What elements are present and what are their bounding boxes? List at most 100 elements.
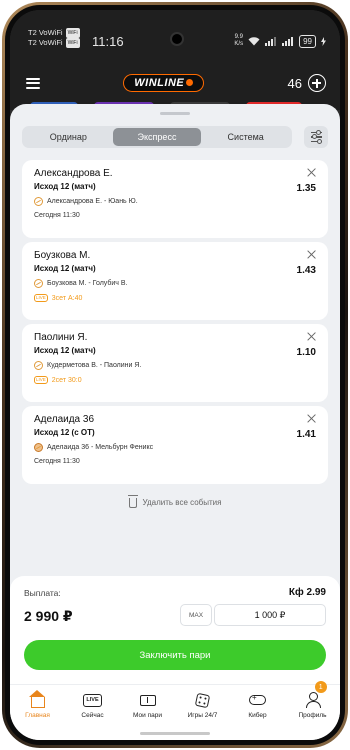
close-icon[interactable] <box>307 332 316 341</box>
nav-my-bets[interactable]: Мои пари <box>120 685 175 728</box>
match-line: Кудерметова В. - Паолини Я. <box>34 361 316 370</box>
logo-dot-icon <box>186 79 194 86</box>
bet-list: Александрова Е. Исход 12 (матч) Александ… <box>17 160 333 488</box>
nav-label: Игры 24/7 <box>187 712 218 719</box>
phone-frame: T2 VoWiFi WiFi T2 VoWiFi WiFi 11:16 9.9 K/… <box>2 2 348 748</box>
match-line: Аделаида 36 - Мельбурн Феникс <box>34 443 316 452</box>
close-icon[interactable] <box>307 168 316 177</box>
tennis-ball-icon <box>34 197 43 206</box>
carrier-line-2: T2 VoWiFi <box>28 38 63 47</box>
ticket-icon <box>139 694 156 706</box>
screen: T2 VoWiFi WiFi T2 VoWiFi WiFi 11:16 9.9 K/… <box>10 10 340 740</box>
settings-sliders-icon[interactable] <box>304 126 328 148</box>
header-actions: 46 <box>288 74 326 92</box>
nav-profile[interactable]: Профиль 1 <box>285 681 340 728</box>
nav-live[interactable]: LIVE Сейчас <box>65 685 120 728</box>
live-score: LIVE 2сет 30:0 <box>34 376 316 384</box>
match-name: Аделаида 36 - Мельбурн Феникс <box>47 444 154 451</box>
live-icon: LIVE <box>83 693 102 707</box>
selection-name: Александрова Е. <box>34 168 113 179</box>
payout-label: Выплата: <box>24 588 61 598</box>
tab-express[interactable]: Экспресс <box>112 128 202 146</box>
close-icon[interactable] <box>307 414 316 423</box>
odds-value: 1.43 <box>296 265 316 276</box>
bet-slip-sheet: Ординар Экспресс Система Александрова Е.… <box>10 104 340 740</box>
carrier-info: T2 VoWiFi WiFi T2 VoWiFi WiFi <box>28 28 80 48</box>
wifi-call-tag: WiFi <box>65 38 80 48</box>
menu-icon[interactable] <box>26 77 40 89</box>
network-speed-unit: K/s <box>234 41 244 47</box>
match-name: Кудерметова В. - Паолини Я. <box>47 362 142 369</box>
bet-ticket: Александрова Е. Исход 12 (матч) Александ… <box>17 160 333 244</box>
stake-input[interactable]: 1 000 ₽ <box>214 604 326 626</box>
logo-text: WINLINE <box>134 77 185 89</box>
add-icon[interactable] <box>307 74 326 92</box>
tab-system[interactable]: Система <box>201 128 290 146</box>
nav-home[interactable]: Главная <box>10 685 65 728</box>
balance-count[interactable]: 46 <box>288 76 302 91</box>
tennis-ball-icon <box>34 279 43 288</box>
home-indicator <box>140 732 210 735</box>
dice-icon <box>194 692 211 708</box>
odds-value: 1.35 <box>296 183 316 194</box>
live-score: LIVE 3сет А:40 <box>34 294 316 302</box>
nav-label: Главная <box>25 712 50 719</box>
odds-value: 1.41 <box>296 429 316 440</box>
wifi-icon <box>248 36 260 45</box>
delete-all-label: Удалить все события <box>142 497 222 507</box>
bet-summary-panel: Выплата: Кф 2.99 2 990 ₽ MAX 1 000 ₽ Зак… <box>10 576 340 740</box>
payout-value: 2 990 ₽ <box>24 608 73 624</box>
live-score-text: 2сет 30:0 <box>51 376 82 384</box>
battery-indicator: 99 <box>299 34 316 48</box>
bet-type-tabs: Ординар Экспресс Система <box>22 126 292 148</box>
carrier-line-1: T2 VoWiFi <box>28 28 63 37</box>
network-speed: 9.9 K/s <box>234 34 243 48</box>
winline-logo: WINLINE <box>123 74 205 92</box>
basketball-icon <box>34 443 43 452</box>
tennis-ball-icon <box>34 361 43 370</box>
market-name: Исход 12 (матч) <box>34 182 96 191</box>
live-score-text: 3сет А:40 <box>51 294 83 302</box>
selection-name: Аделаида 36 <box>34 414 95 425</box>
match-line: Александрова Е. - Юань Ю. <box>34 197 316 206</box>
selection-name: Боузкова М. <box>34 250 91 261</box>
clock: 11:16 <box>92 34 124 49</box>
close-icon[interactable] <box>307 250 316 259</box>
gamepad-icon <box>249 693 266 705</box>
live-badge-icon: LIVE <box>34 376 48 384</box>
trash-icon <box>127 495 138 508</box>
nav-cyber[interactable]: Кибер <box>230 685 285 728</box>
nav-label: Сейчас <box>81 712 104 719</box>
signal-icon <box>282 36 294 46</box>
network-speed-value: 9.9 <box>234 34 243 40</box>
odds-value: 1.10 <box>296 347 316 358</box>
phone-bezel: T2 VoWiFi WiFi T2 VoWiFi WiFi 11:16 9.9 K/… <box>5 5 345 745</box>
nav-label: Профиль <box>298 712 327 719</box>
match-line: Боузкова М. - Голубич В. <box>34 279 316 288</box>
event-time: Сегодня 11:30 <box>34 458 80 465</box>
nav-label: Мои пари <box>133 712 162 719</box>
top-bar: T2 VoWiFi WiFi T2 VoWiFi WiFi 11:16 9.9 K/… <box>10 10 340 112</box>
match-name: Александрова Е. - Юань Ю. <box>47 198 138 205</box>
home-icon <box>28 690 45 708</box>
user-icon <box>305 692 321 708</box>
market-name: Исход 12 (с ОТ) <box>34 428 95 437</box>
delete-all-button[interactable]: Удалить все события <box>10 495 340 508</box>
match-name: Боузкова М. - Голубич В. <box>47 280 128 287</box>
place-bet-button[interactable]: Заключить пари <box>24 640 326 670</box>
market-name: Исход 12 (матч) <box>34 264 96 273</box>
live-badge-icon: LIVE <box>34 294 48 302</box>
sheet-grabber[interactable] <box>160 112 190 115</box>
bottom-nav: Главная LIVE Сейчас Мои пари Игры 24/7 +… <box>10 681 340 728</box>
status-icons: 9.9 K/s 99 <box>234 34 326 48</box>
nav-games[interactable]: Игры 24/7 <box>175 685 230 728</box>
status-bar: T2 VoWiFi WiFi T2 VoWiFi WiFi 11:16 9.9 K/… <box>28 28 326 56</box>
front-camera <box>170 32 184 46</box>
notification-badge: 1 <box>314 681 327 693</box>
charging-icon <box>321 36 326 46</box>
bet-ticket: Паолини Я. Исход 12 (матч) Кудерметова В… <box>17 324 333 408</box>
event-time: Сегодня 11:30 <box>34 212 80 219</box>
max-stake-button[interactable]: MAX <box>180 604 212 626</box>
tab-single[interactable]: Ординар <box>24 128 113 146</box>
app-header: WINLINE 46 <box>26 70 326 96</box>
